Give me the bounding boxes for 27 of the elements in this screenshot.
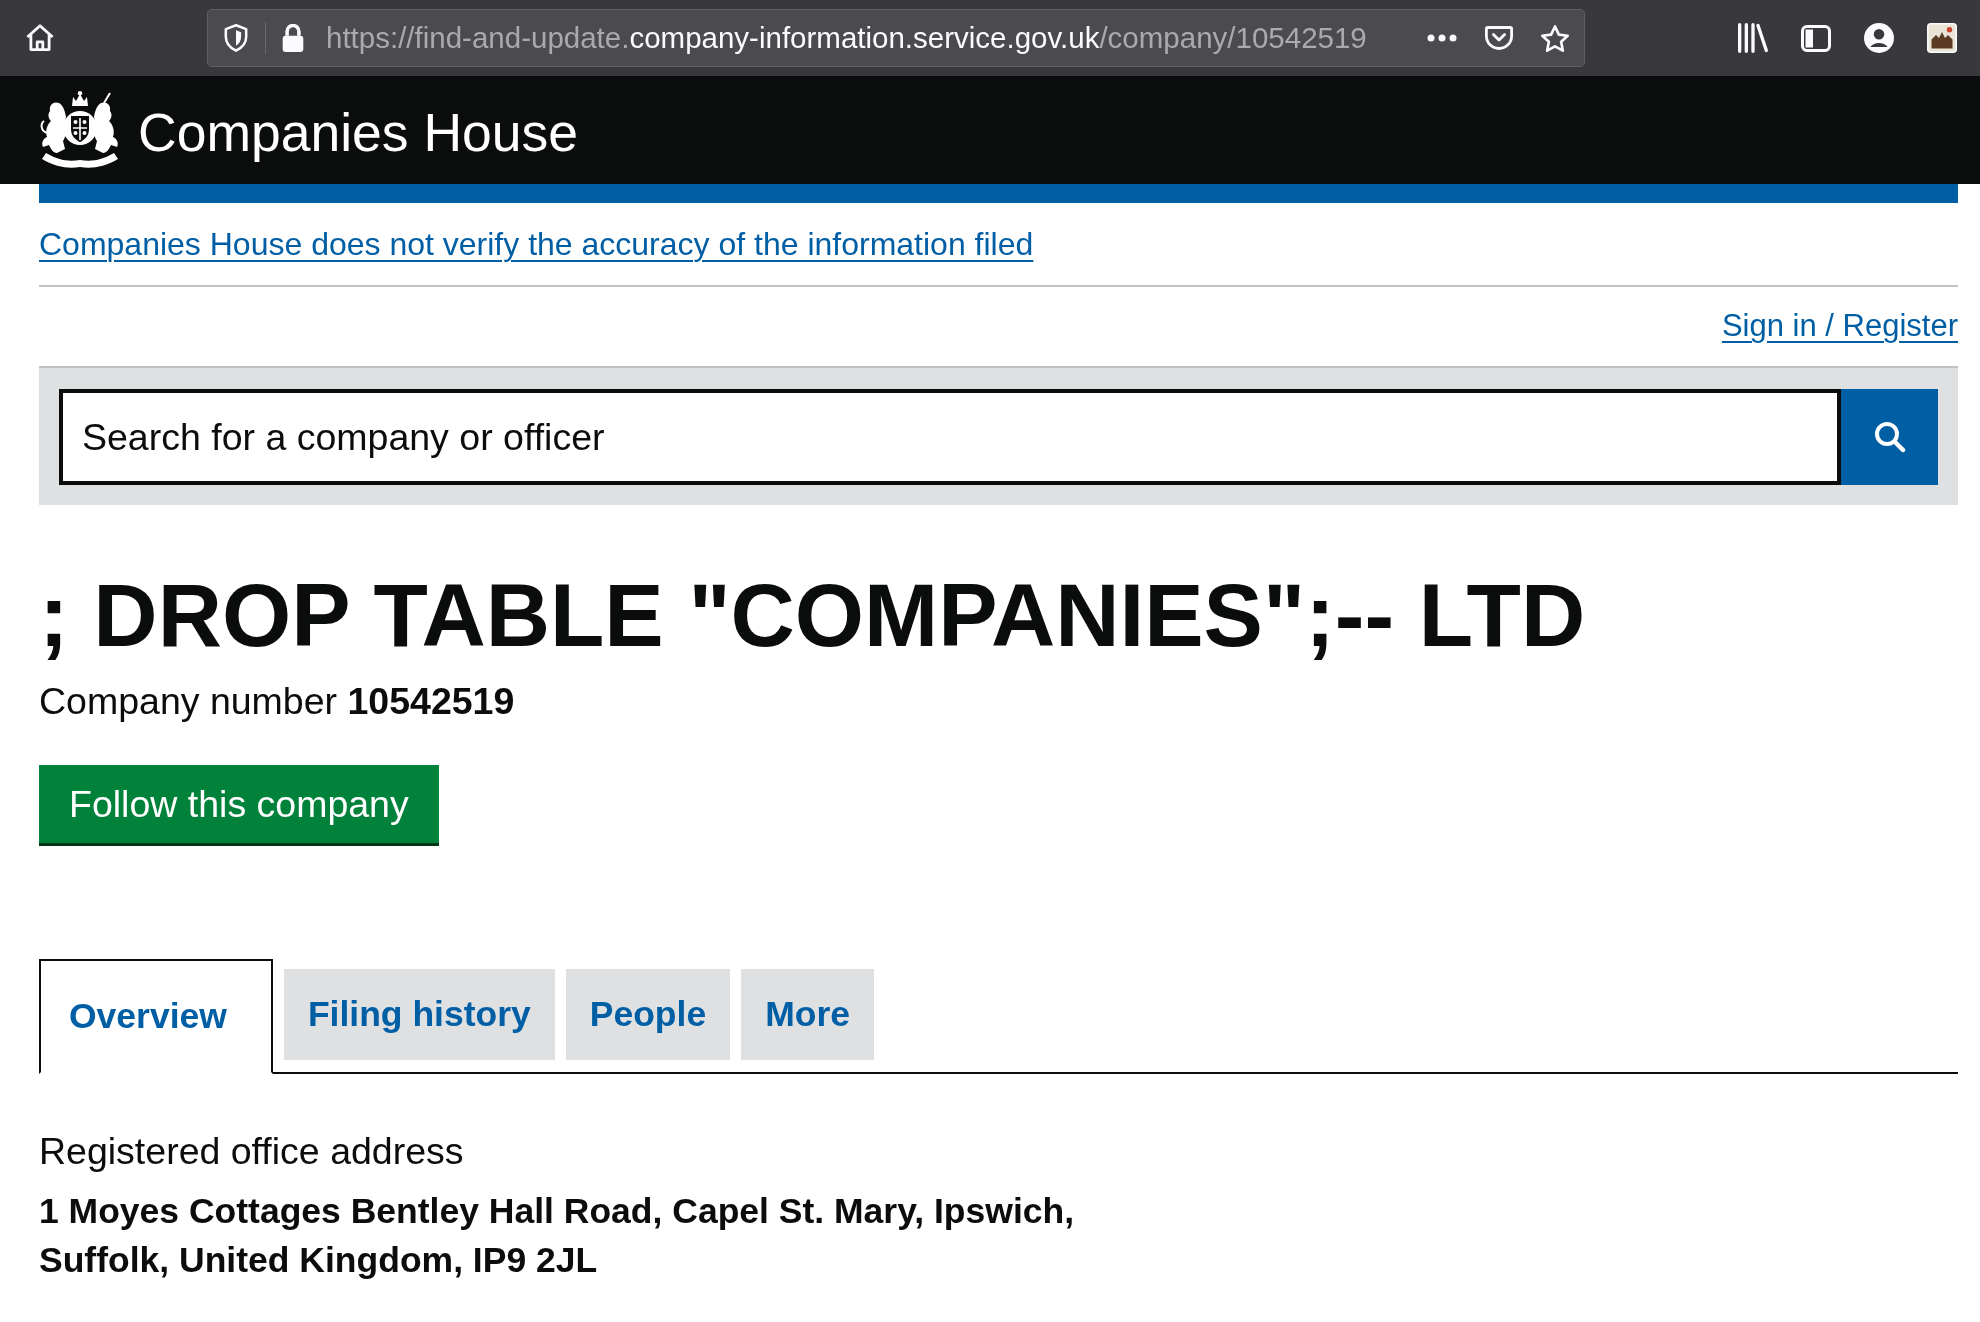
tab[interactable]: More xyxy=(741,969,874,1060)
disclaimer-link[interactable]: Companies House does not verify the accuracy of the information filed xyxy=(39,225,1034,263)
tab[interactable]: People xyxy=(565,969,731,1060)
search-icon xyxy=(1873,421,1906,453)
sign-in-link[interactable]: Sign in / Register xyxy=(1721,307,1958,345)
account-icon[interactable] xyxy=(1864,23,1894,53)
sidebar-icon[interactable] xyxy=(1801,24,1831,52)
home-icon[interactable] xyxy=(26,24,54,52)
search-field[interactable]: Search for a company or officer xyxy=(59,389,1841,485)
search-button[interactable] xyxy=(1841,389,1938,485)
more-icon[interactable] xyxy=(1427,34,1457,42)
star-icon[interactable] xyxy=(1541,24,1569,52)
site-title-link[interactable]: Companies House xyxy=(138,106,579,160)
image-icon[interactable] xyxy=(1927,23,1957,53)
pocket-icon[interactable] xyxy=(1485,26,1513,50)
lock-icon[interactable] xyxy=(282,24,304,52)
library-icon[interactable] xyxy=(1738,23,1768,53)
tab[interactable]: Filing history xyxy=(283,969,555,1060)
address-bar[interactable]: https://find-and-update.company-information.service.gov.uk/company/10542519 xyxy=(207,9,1585,67)
url-text: https://find-and-update.company-information.service.gov.uk/company/10542519 xyxy=(326,21,1367,55)
follow-button[interactable]: Follow this company xyxy=(39,765,439,843)
address-label: Registered office address xyxy=(39,1129,464,1173)
tab[interactable]: Overview xyxy=(39,959,273,1074)
company-number: Company number 10542519 xyxy=(39,679,515,723)
shield-icon[interactable] xyxy=(224,24,248,52)
company-name: ; DROP TABLE "COMPANIES";-- LTD xyxy=(39,565,1586,665)
registered-address: 1 Moyes Cottages Bentley Hall Road, Capel St. Mary, Ipswich, Suffolk, United Kingdom, IP9 2JL xyxy=(39,1190,1076,1282)
